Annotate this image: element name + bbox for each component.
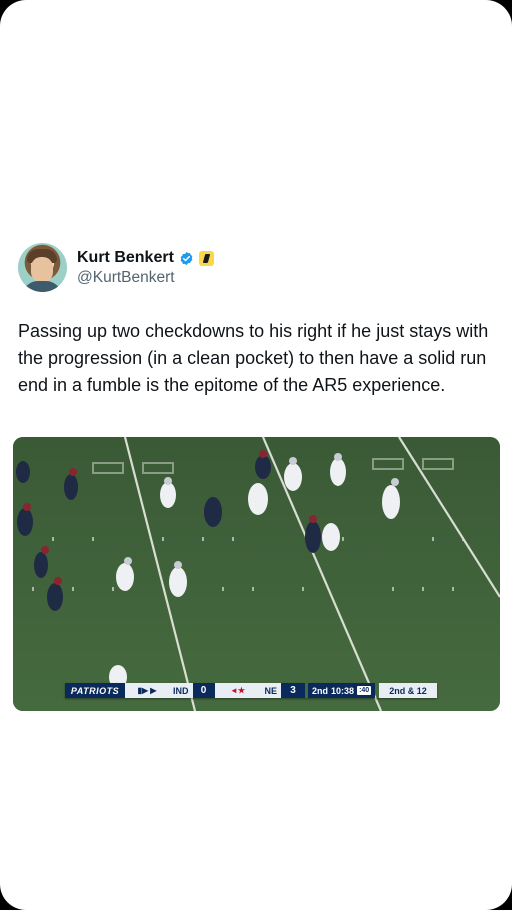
author-name[interactable]: Kurt Benkert: [77, 249, 174, 267]
away-team-abbr: IND: [169, 683, 193, 698]
verified-badge-icon: [180, 251, 193, 265]
home-team-score: 3: [281, 683, 306, 698]
quarter-label: 2nd: [312, 685, 329, 696]
colts-logo-icon: ▮▶ ▶: [125, 683, 169, 698]
tweet-text: Passing up two checkdowns to his right i…: [18, 321, 489, 395]
scorebug: PATRIOTS ▮▶ ▶ IND 0 ◄★ NE 3 2nd 10:38 :4…: [65, 683, 437, 698]
play-clock: :40: [357, 686, 372, 695]
home-team-abbr: NE: [260, 683, 282, 698]
author-name-row: Kurt Benkert: [77, 247, 214, 269]
affiliation-badge-icon[interactable]: [198, 250, 214, 266]
away-team-score: 0: [192, 683, 215, 698]
down-distance: 2nd & 12: [379, 683, 437, 698]
patriots-logo-icon: ◄★: [214, 683, 261, 698]
tweet-card: Kurt Benkert @KurtBenkert Passing up two…: [0, 0, 512, 910]
home-team-name: PATRIOTS: [65, 683, 125, 698]
game-clock: 2nd 10:38 :40: [308, 683, 376, 698]
author-avatar[interactable]: [18, 243, 67, 292]
author-handle[interactable]: @KurtBenkert: [77, 269, 175, 287]
football-field-frame: [13, 437, 500, 711]
clock-time: 10:38: [331, 685, 355, 696]
tweet-video[interactable]: PATRIOTS ▮▶ ▶ IND 0 ◄★ NE 3 2nd 10:38 :4…: [13, 437, 500, 711]
